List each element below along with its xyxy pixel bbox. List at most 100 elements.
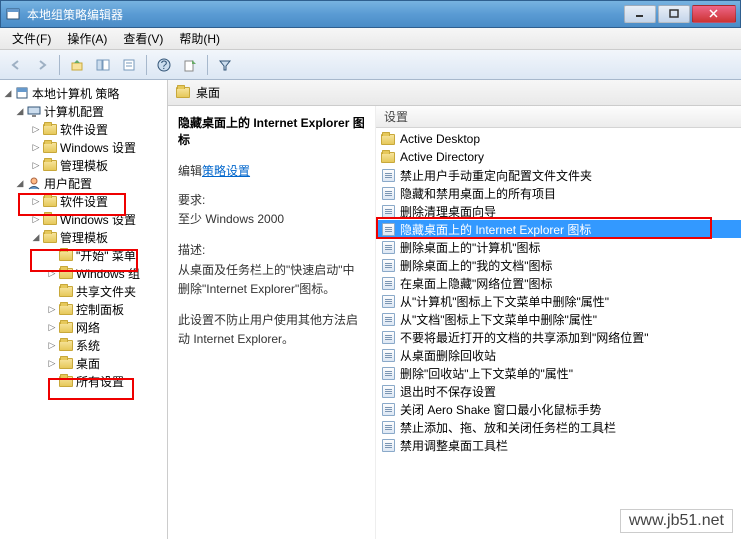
list-item-label: 从桌面删除回收站: [400, 347, 496, 364]
expand-icon[interactable]: ▷: [46, 322, 58, 333]
tree-uc-admin[interactable]: ◢管理模板: [0, 228, 167, 246]
tree-label: 软件设置: [60, 193, 108, 210]
menu-help[interactable]: 帮助(H): [171, 28, 228, 49]
content-header: 桌面: [168, 80, 741, 106]
list-header[interactable]: 设置: [376, 106, 741, 128]
expand-icon[interactable]: ▷: [30, 196, 42, 207]
list-item[interactable]: 删除"回收站"上下文菜单的"属性": [376, 364, 741, 382]
list-item[interactable]: 删除桌面上的"我的文档"图标: [376, 256, 741, 274]
list-item-label: 禁用调整桌面工具栏: [400, 437, 508, 454]
tree-computer-config[interactable]: ◢ 计算机配置: [0, 102, 167, 120]
menu-action[interactable]: 操作(A): [59, 28, 115, 49]
expand-icon[interactable]: ▷: [30, 142, 42, 153]
list-item[interactable]: 禁用调整桌面工具栏: [376, 436, 741, 454]
list-item-label: 禁止添加、拖、放和关闭任务栏的工具栏: [400, 419, 616, 436]
tree-windows-comp[interactable]: ▷Windows 组: [0, 264, 167, 282]
tree-shared-folders[interactable]: 共享文件夹: [0, 282, 167, 300]
list-item[interactable]: 隐藏桌面上的 Internet Explorer 图标: [376, 220, 741, 238]
expand-icon[interactable]: ◢: [14, 178, 26, 189]
edit-policy-link[interactable]: 策略设置: [202, 164, 250, 178]
tree-cc-software[interactable]: ▷ 软件设置: [0, 120, 167, 138]
list-item-label: 在桌面上隐藏"网络位置"图标: [400, 275, 553, 292]
setting-icon: [380, 293, 396, 309]
folder-icon: [58, 373, 74, 389]
tree-label: Windows 设置: [60, 139, 136, 156]
menu-file[interactable]: 文件(F): [4, 28, 59, 49]
list-item[interactable]: 禁止添加、拖、放和关闭任务栏的工具栏: [376, 418, 741, 436]
setting-icon: [380, 275, 396, 291]
requirement-label: 要求:: [178, 193, 205, 207]
list-item[interactable]: 隐藏和禁用桌面上的所有项目: [376, 184, 741, 202]
tree-start-menu[interactable]: "开始" 菜单: [0, 246, 167, 264]
settings-list: 设置 Active Desktop Active Directory禁止用户手动重…: [376, 106, 741, 539]
folder-icon: [176, 87, 190, 98]
folder-icon: [58, 301, 74, 317]
show-hide-tree-button[interactable]: [91, 53, 115, 77]
expand-icon[interactable]: ◢: [2, 88, 14, 99]
help-button[interactable]: ?: [152, 53, 176, 77]
tree-control-panel[interactable]: ▷ 控制面板: [0, 300, 167, 318]
expand-icon[interactable]: ◢: [14, 106, 26, 117]
filter-button[interactable]: [213, 53, 237, 77]
tree-root[interactable]: ◢ 本地计算机 策略: [0, 84, 167, 102]
tree-uc-software[interactable]: ▷ 软件设置: [0, 192, 167, 210]
list-item-label: Active Desktop: [400, 132, 480, 146]
setting-icon: [380, 365, 396, 381]
expand-icon[interactable]: ▷: [30, 124, 42, 135]
tree-system[interactable]: ▷系统: [0, 336, 167, 354]
expand-icon[interactable]: ▷: [46, 340, 58, 351]
folder-icon: [42, 121, 58, 137]
expand-icon[interactable]: ▷: [46, 358, 58, 369]
folder-icon: [58, 319, 74, 335]
list-item[interactable]: Active Directory: [376, 148, 741, 166]
export-button[interactable]: [178, 53, 202, 77]
description-text: 从桌面及任务栏上的"快速启动"中删除"Internet Explorer"图标。: [178, 263, 355, 296]
list-item[interactable]: 从"计算机"图标上下文菜单中删除"属性": [376, 292, 741, 310]
list-item[interactable]: 禁止用户手动重定向配置文件文件夹: [376, 166, 741, 184]
list-item[interactable]: 从"文档"图标上下文菜单中删除"属性": [376, 310, 741, 328]
tree-cc-windows[interactable]: ▷ Windows 设置: [0, 138, 167, 156]
tree-cc-admin[interactable]: ▷ 管理模板: [0, 156, 167, 174]
setting-icon: [380, 221, 396, 237]
maximize-button[interactable]: [658, 5, 690, 23]
list-item-label: 不要将最近打开的文档的共享添加到"网络位置": [400, 329, 649, 346]
tree-all-settings[interactable]: 所有设置: [0, 372, 167, 390]
back-button[interactable]: [4, 53, 28, 77]
up-button[interactable]: [65, 53, 89, 77]
menu-view[interactable]: 查看(V): [115, 28, 171, 49]
forward-button[interactable]: [30, 53, 54, 77]
list-item[interactable]: 关闭 Aero Shake 窗口最小化鼠标手势: [376, 400, 741, 418]
list-item[interactable]: 删除清理桌面向导: [376, 202, 741, 220]
tree-user-config[interactable]: ◢ 用户配置: [0, 174, 167, 192]
list-item[interactable]: 退出时不保存设置: [376, 382, 741, 400]
tree-desktop[interactable]: ▷桌面: [0, 354, 167, 372]
list-item[interactable]: Active Desktop: [376, 130, 741, 148]
setting-title: 隐藏桌面上的 Internet Explorer 图标: [178, 114, 365, 148]
expand-icon[interactable]: ▷: [30, 214, 42, 225]
list-item[interactable]: 不要将最近打开的文档的共享添加到"网络位置": [376, 328, 741, 346]
list-item-label: 关闭 Aero Shake 窗口最小化鼠标手势: [400, 401, 601, 418]
tree-label: 管理模板: [60, 157, 108, 174]
toolbar-separator: [146, 55, 147, 75]
setting-icon: [380, 383, 396, 399]
tree-label: 控制面板: [76, 301, 124, 318]
tree-network[interactable]: ▷网络: [0, 318, 167, 336]
expand-icon[interactable]: ▷: [46, 268, 58, 279]
expand-icon[interactable]: ▷: [30, 160, 42, 171]
list-item[interactable]: 删除桌面上的"计算机"图标: [376, 238, 741, 256]
list-item[interactable]: 在桌面上隐藏"网络位置"图标: [376, 274, 741, 292]
folder-icon: [42, 229, 58, 245]
expand-icon[interactable]: ◢: [30, 232, 42, 243]
list-item[interactable]: 从桌面删除回收站: [376, 346, 741, 364]
tree-uc-windows[interactable]: ▷Windows 设置: [0, 210, 167, 228]
tree-label: 本地计算机 策略: [32, 85, 119, 102]
tree-label: 软件设置: [60, 121, 108, 138]
description-text-2: 此设置不防止用户使用其他方法启动 Internet Explorer。: [178, 311, 365, 349]
close-button[interactable]: [692, 5, 736, 23]
minimize-button[interactable]: [624, 5, 656, 23]
window-titlebar: 本地组策略编辑器: [0, 0, 741, 28]
description-label: 描述:: [178, 243, 205, 257]
expand-icon[interactable]: ▷: [46, 304, 58, 315]
folder-icon: [380, 149, 396, 165]
properties-button[interactable]: [117, 53, 141, 77]
